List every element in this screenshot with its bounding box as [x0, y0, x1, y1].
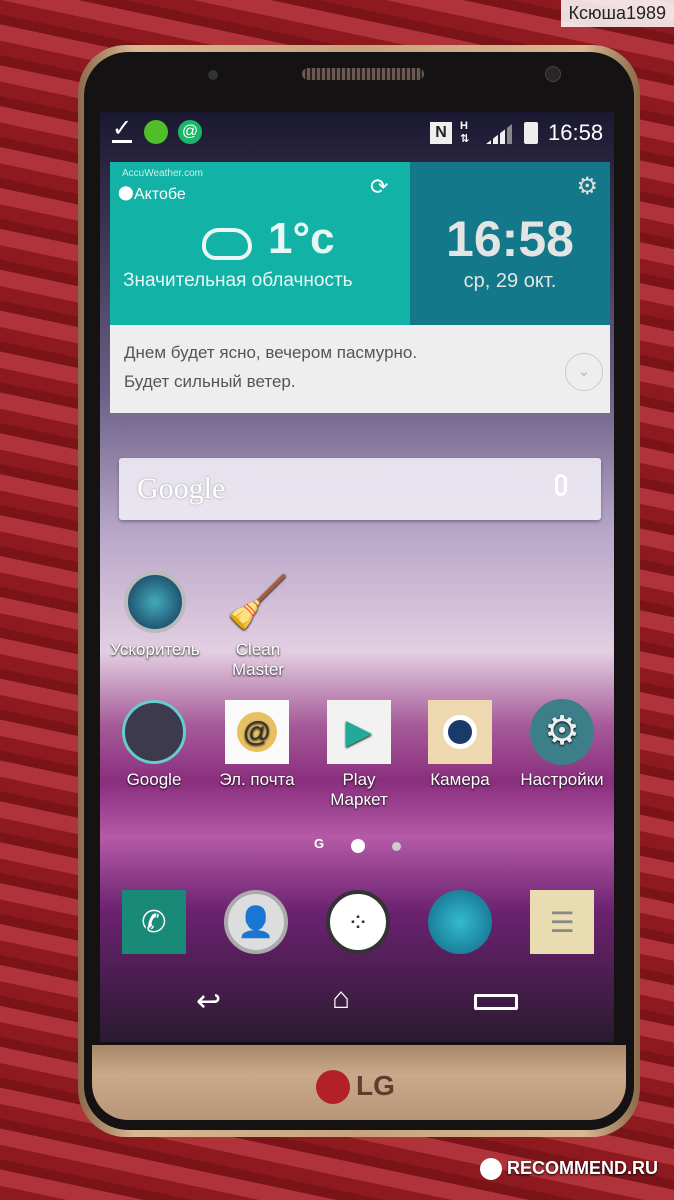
battery-icon	[524, 122, 538, 144]
browser-icon[interactable]	[428, 890, 492, 954]
proximity-sensor	[545, 66, 561, 82]
app-clean-master[interactable]: 🧹 Clean Master	[208, 570, 308, 680]
forecast-line-2: Будет сильный ветер.	[124, 372, 296, 391]
watermark-user: Ксюша1989	[560, 0, 674, 27]
app-play-market[interactable]: ▶ Play Маркет	[309, 700, 409, 810]
status-bar: ✓ @ N H ⇅ 16:58	[100, 115, 614, 154]
brand-label: LG	[356, 1070, 395, 1101]
app-label: Google	[126, 770, 182, 789]
cloud-icon	[202, 228, 252, 260]
location-pin-icon: ⬤	[118, 184, 134, 200]
broom-icon: 🧹	[226, 574, 290, 630]
nfc-icon: N	[430, 122, 452, 144]
settings-icon[interactable]: ⚙	[576, 172, 598, 201]
weather-temperature: 1°c	[268, 214, 335, 263]
hspa-data-icon: H ⇅	[460, 120, 470, 145]
home-screen: ✓ @ N H ⇅ 16:58 AccuWeather.com ⬤ Актобе …	[100, 112, 614, 1042]
weather-condition: Значительная облачность	[123, 270, 353, 291]
contacts-icon[interactable]: 👤	[224, 890, 288, 954]
booster-icon	[123, 570, 187, 634]
app-label: Ускоритель	[110, 640, 200, 659]
app-label: Настройки	[520, 770, 604, 789]
app-label: Play Маркет	[330, 770, 388, 809]
watermark-text: RECOMMEND.RU	[507, 1158, 659, 1178]
refresh-icon[interactable]: ⟳	[370, 174, 388, 200]
phone-icon[interactable]: ✆	[122, 890, 186, 954]
settings-gear-icon: ⚙	[530, 699, 594, 765]
app-camera[interactable]: Камера	[410, 700, 510, 790]
microphone-icon[interactable]	[555, 474, 567, 496]
earpiece	[302, 68, 424, 80]
search-input[interactable]: Google	[137, 472, 225, 506]
recommend-logo-icon	[480, 1158, 502, 1181]
lg-logo	[316, 1070, 350, 1104]
status-time: 16:58	[548, 120, 604, 145]
home-icon[interactable]: ⌂	[332, 982, 350, 1016]
camera-icon	[428, 700, 492, 764]
clock-date: ср, 29 окт.	[463, 270, 557, 292]
dock: ✆ 👤 ⁘ ☰	[100, 890, 614, 960]
watermark-site: RECOMMEND.RU	[480, 1158, 659, 1181]
recent-apps-icon[interactable]	[474, 994, 518, 1010]
play-store-icon: ▶	[327, 700, 391, 764]
forecast-line-1: Днем будет ясно, вечером пасмурно.	[124, 343, 418, 362]
clock-time: 16:58	[446, 211, 574, 267]
download-done-icon: ✓	[112, 115, 133, 143]
app-email[interactable]: @ Эл. почта	[207, 700, 307, 790]
app-settings[interactable]: ⚙ Настройки	[512, 699, 612, 790]
google-search-bar[interactable]: Google	[119, 458, 601, 520]
signal-icon	[486, 124, 512, 144]
app-label: Эл. почта	[219, 770, 295, 789]
page-dot-current[interactable]	[351, 839, 365, 853]
front-camera	[208, 70, 218, 80]
clock-widget[interactable]: ⚙ 16:58 ср, 29 окт.	[410, 162, 610, 325]
back-icon[interactable]: ↩	[196, 984, 221, 1019]
messages-icon[interactable]: ☰	[530, 890, 594, 954]
antivirus-icon	[144, 120, 168, 144]
app-label: Камера	[430, 770, 490, 789]
page-dot[interactable]	[392, 842, 401, 851]
forecast-panel[interactable]: Днем будет ясно, вечером пасмурно. Будет…	[110, 325, 610, 413]
weather-city: Актобе	[134, 186, 186, 203]
expand-chevron-icon[interactable]: ⌄	[565, 353, 603, 391]
email-icon: @	[225, 700, 289, 764]
app-booster[interactable]: Ускоритель	[105, 570, 205, 660]
weather-widget[interactable]: AccuWeather.com ⬤ Актобе ⟳ 1°c Значитель…	[110, 162, 410, 325]
google-folder-icon	[122, 700, 186, 764]
folder-google[interactable]: Google	[104, 700, 204, 790]
mail-agent-icon: @	[178, 120, 202, 144]
weather-provider: AccuWeather.com	[122, 168, 203, 179]
google-now-page-indicator[interactable]: G	[314, 836, 324, 851]
app-label: Clean Master	[232, 640, 284, 679]
apps-icon[interactable]: ⁘	[326, 890, 390, 954]
